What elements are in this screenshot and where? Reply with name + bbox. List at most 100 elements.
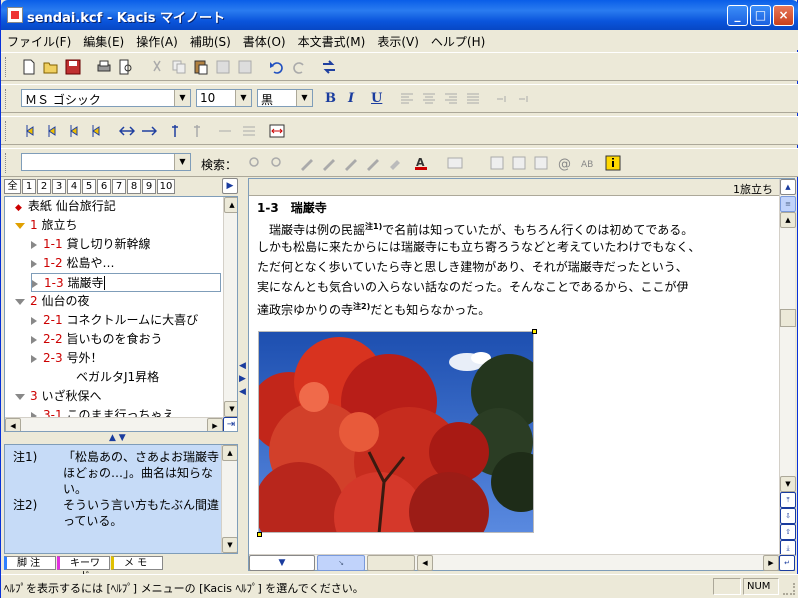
tree-scrollbar[interactable]: ▲ ▼ — [223, 197, 237, 417]
tree-hscrollbar[interactable]: ◀ ▶ — [5, 417, 223, 431]
scroll-right-icon[interactable]: ▶ — [763, 555, 779, 571]
copy-icon[interactable] — [171, 59, 187, 75]
footnote-icon[interactable] — [489, 155, 505, 171]
tab-2[interactable]: 2 — [37, 179, 51, 194]
splitter-arrows-icon[interactable]: ◀ ▶ ◀ — [239, 360, 246, 399]
menu-body-format[interactable]: 本文書式(M) — [292, 30, 372, 53]
marker-icon[interactable] — [321, 155, 337, 171]
view-mode-icon[interactable]: ▼ — [249, 555, 315, 571]
tree-node-3[interactable]: 3 いざ秋保へ — [15, 387, 101, 406]
tree-node-2-3-sub[interactable]: ベガルタJ1昇格 — [76, 368, 159, 387]
scroll-up-icon[interactable]: ▲ — [222, 445, 237, 461]
menu-file[interactable]: ファイル(F) — [1, 30, 77, 53]
split-icon[interactable] — [217, 123, 233, 139]
move-up-icon[interactable] — [23, 123, 39, 139]
resize-handle[interactable] — [532, 329, 537, 334]
menu-help[interactable]: ヘルプ(H) — [425, 30, 491, 53]
first-page-icon[interactable]: ⤒ — [780, 492, 796, 508]
rows-icon[interactable] — [241, 123, 257, 139]
table-icon[interactable] — [533, 155, 549, 171]
outdent-icon[interactable] — [517, 91, 533, 107]
menu-assist[interactable]: 補助(S) — [184, 30, 237, 53]
open-folder-icon[interactable] — [43, 59, 59, 75]
bookmark-icon[interactable]: ↘ — [317, 555, 365, 571]
app-icon[interactable] — [7, 7, 23, 23]
save-icon[interactable] — [65, 59, 81, 75]
font-select[interactable]: ＭＳ ゴシック ▼ — [21, 89, 191, 107]
scroll-right-icon[interactable]: ▶ — [207, 418, 223, 431]
scroll-up-icon[interactable]: ▲ — [780, 212, 796, 228]
align-left-icon[interactable] — [399, 91, 415, 107]
email-icon[interactable]: @ — [557, 155, 573, 171]
note-2-key[interactable]: 注2) — [13, 496, 37, 513]
scroll-down-icon[interactable]: ▼ — [224, 401, 237, 417]
tree-node-2-3[interactable]: 2-3 号外！ — [31, 349, 102, 368]
ruler-icon[interactable]: ≡ — [780, 196, 796, 212]
tree-node-2[interactable]: 2 仙台の夜 — [15, 292, 89, 311]
indent-icon[interactable] — [495, 91, 511, 107]
tree-node-2-1[interactable]: 2-1 コネクトルームに大喜び — [31, 311, 198, 330]
demote-icon[interactable] — [89, 123, 105, 139]
picture-icon[interactable] — [511, 155, 527, 171]
return-icon[interactable]: ↵ — [779, 555, 795, 571]
menu-action[interactable]: 操作(A) — [130, 30, 184, 53]
info-icon[interactable] — [605, 155, 621, 171]
scroll-down-icon[interactable]: ▼ — [222, 537, 237, 553]
scroll-up-icon[interactable]: ▲ — [224, 197, 237, 213]
menu-font[interactable]: 書体(O) — [237, 30, 292, 53]
menu-edit[interactable]: 編集(E) — [77, 30, 130, 53]
tree-node-1-2[interactable]: 1-2 松島や… — [31, 254, 114, 273]
cut-icon[interactable] — [149, 59, 165, 75]
italic-button[interactable]: I — [348, 91, 354, 106]
pin-off-icon[interactable] — [189, 123, 205, 139]
chevron-down-icon[interactable]: ▼ — [235, 90, 251, 106]
search-next-icon[interactable] — [269, 155, 285, 171]
paste-format-icon[interactable] — [237, 59, 253, 75]
print-preview-icon[interactable] — [118, 59, 134, 75]
close-button[interactable]: × — [773, 5, 794, 26]
promote-icon[interactable] — [67, 123, 83, 139]
toolbar-grip[interactable] — [5, 153, 8, 173]
font-size-select[interactable]: 10 ▼ — [196, 89, 252, 107]
bold-button[interactable]: B — [325, 91, 336, 106]
tree-node-cover[interactable]: ◆ 表紙 仙台旅行記 — [15, 197, 116, 216]
color-select[interactable]: 黒 ▼ — [257, 89, 313, 107]
footnote-ref[interactable]: 注1) — [365, 222, 382, 231]
tab-4[interactable]: 4 — [67, 179, 81, 194]
redo-icon[interactable] — [291, 59, 307, 75]
align-center-icon[interactable] — [421, 91, 437, 107]
tab-keyword[interactable]: キーワード — [57, 556, 110, 582]
scroll-thumb[interactable] — [780, 309, 796, 327]
prev-page-icon[interactable]: ⇧ — [780, 524, 796, 540]
tab-6[interactable]: 6 — [97, 179, 111, 194]
resize-grip-icon[interactable] — [783, 583, 795, 595]
autumn-maple-photo[interactable] — [258, 331, 534, 533]
undo-icon[interactable] — [269, 59, 285, 75]
expanded-icon[interactable] — [15, 222, 25, 229]
jump-icon[interactable] — [321, 59, 337, 75]
underline-button[interactable]: U — [371, 91, 382, 106]
justify-icon[interactable] — [465, 91, 481, 107]
toolbar-grip[interactable] — [5, 121, 8, 141]
move-down-icon[interactable] — [45, 123, 61, 139]
tab-5[interactable]: 5 — [82, 179, 96, 194]
search-input[interactable]: ▼ — [21, 153, 191, 171]
enter-icon[interactable]: ⇥ — [223, 417, 237, 431]
menu-view[interactable]: 表示(V) — [371, 30, 425, 53]
width-icon[interactable] — [269, 123, 285, 139]
tree-node-1-3[interactable]: 1-3 瑞巌寺 — [31, 273, 221, 292]
marker-icon[interactable] — [365, 155, 381, 171]
marker-tab-icon[interactable] — [367, 555, 415, 571]
next-page-icon[interactable]: ⇩ — [780, 508, 796, 524]
tab-memo[interactable]: メ モ — [111, 556, 163, 570]
title-bar[interactable]: sendai.kcf - Kacis マイノート _ □ × — [1, 0, 798, 30]
marker-icon[interactable] — [343, 155, 359, 171]
print-icon[interactable] — [96, 59, 112, 75]
document-hscrollbar[interactable]: ▼ ↘ ◀ ▶ ↵ — [249, 554, 795, 571]
scroll-left-icon[interactable]: ◀ — [417, 555, 433, 571]
expanded-icon[interactable] — [15, 393, 25, 400]
tab-7[interactable]: 7 — [112, 179, 126, 194]
style-icon[interactable] — [447, 155, 463, 171]
tab-all[interactable]: 全 — [4, 179, 21, 194]
expand-icon[interactable] — [119, 123, 135, 139]
